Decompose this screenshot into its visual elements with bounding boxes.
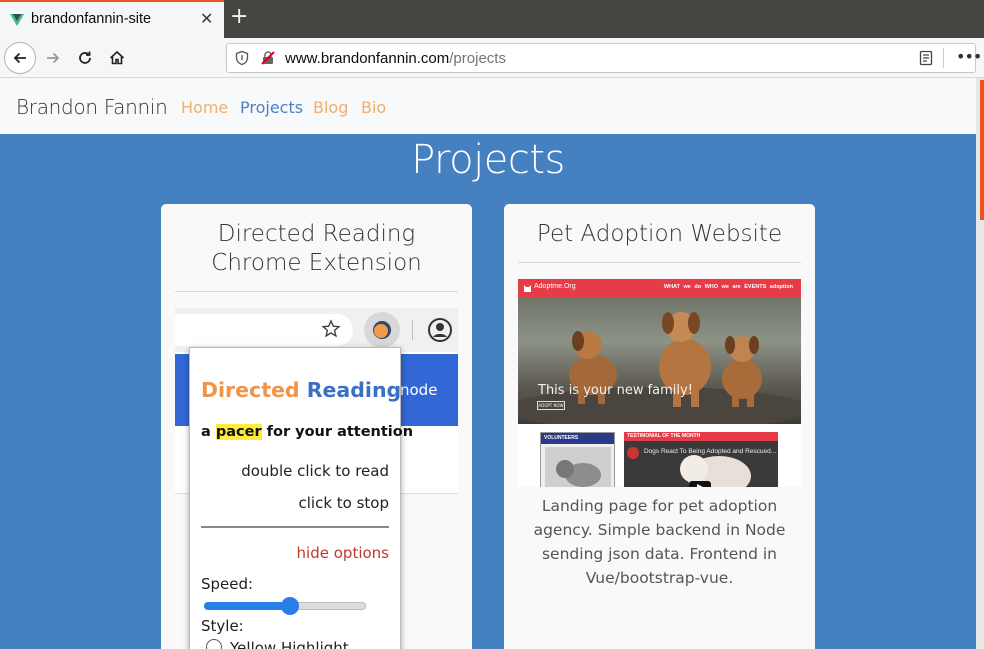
forward-arrow-icon [47,52,60,64]
url-path: /projects [449,50,506,67]
account-circle-icon [428,318,452,342]
adoptme-navbar-image: Adoptme.Org WHAT we do WHO we are EVENTS… [518,279,801,297]
toolbar-separator [943,48,944,68]
tagline-highlight: pacer [215,424,262,440]
browser-toolbar: www.brandonfannin.com/projects ••• [0,38,984,78]
video-title: Dogs React To Being Adopted and Rescued.… [644,448,777,455]
site-navbar: Brandon Fannin Home Projects Blog Bio [0,78,976,134]
adoptme-cat-logo-icon [524,285,531,292]
vue-favicon-icon [10,14,24,26]
adoptme-nav-links: WHAT we do WHO we are EVENTS adoption [663,284,793,290]
card-title: Pet Adoption Website [536,221,783,247]
url-text[interactable]: www.brandonfannin.com/projects [285,50,506,67]
browser-tab[interactable]: brandonfannin-site ✕ [0,0,224,38]
back-button[interactable] [4,42,36,74]
style-label: Style: [201,617,244,635]
volunteers-heading: VOLUNTEERS [541,433,614,444]
project-card-pet-adoption: Pet Adoption Website Adoptme.Org WHAT we… [504,204,815,649]
instruction-double-click: double click to read [241,462,389,480]
adoptme-logo-text: Adoptme.Org [534,283,576,290]
hide-options-link: hide options [296,544,389,562]
card-title: Directed Reading Chrome Extension [211,221,422,276]
adopt-now-button-image: ADOPT NOW [537,401,565,410]
page-actions-menu-icon[interactable]: ••• [956,47,982,66]
browser-tab-bar: brandonfannin-site ✕ + [0,0,984,38]
reload-button[interactable] [69,42,101,74]
chrome-separator [412,320,413,340]
hero-tagline: This is your new family! [538,383,693,398]
speed-slider-thumb [280,597,299,615]
popup-divider [201,526,389,528]
nav-link-blog[interactable]: Blog [313,98,348,117]
card-divider [518,262,801,263]
testimonial-heading: TESTIMONIAL OF THE MONTH [624,432,778,441]
reader-view-icon[interactable] [918,50,934,66]
tagline-pre: a [201,424,211,440]
reload-icon [79,51,91,64]
testimonial-video-image: TESTIMONIAL OF THE MONTH Dogs React To B… [624,432,778,487]
pet-adoption-screenshot: Adoptme.Org WHAT we do WHO we are EVENTS… [518,279,801,487]
popup-heading-directed: Directed [201,378,300,402]
back-arrow-icon [13,52,26,64]
site-brand[interactable]: Brandon Fannin [16,95,168,119]
insecure-connection-icon[interactable] [260,50,276,66]
home-button[interactable] [101,42,133,74]
info-shield-icon[interactable] [234,50,250,66]
url-bar[interactable]: www.brandonfannin.com/projects [226,43,976,73]
style-option-label: Yellow Highlight [230,639,349,649]
home-icon [109,50,125,65]
style-radio-button [206,639,222,649]
close-tab-icon[interactable]: ✕ [200,9,213,28]
popup-heading-reading: Reading [306,378,402,402]
forward-button[interactable] [37,42,69,74]
speed-slider-fill [204,602,290,610]
speed-label: Speed: [201,575,254,593]
page-scrollbar-thumb[interactable] [980,80,984,220]
volunteers-panel-image: VOLUNTEERS [540,432,615,487]
nav-link-projects[interactable]: Projects [240,98,303,117]
background-page-text: node [400,381,438,399]
tab-title: brandonfannin-site [31,11,152,27]
cat-photo-icon [545,447,611,487]
new-tab-button[interactable]: + [230,4,248,29]
tagline-post: for your attention [266,424,414,440]
url-host: www.brandonfannin.com [285,50,450,67]
nav-link-home[interactable]: Home [181,98,228,117]
project-description: Landing page for pet adoption agency. Si… [533,497,786,587]
extension-popup: Directed Reading a pacer for your attent… [189,347,413,649]
card-divider [175,291,458,292]
directed-reading-extension-icon [373,321,391,339]
nav-link-bio[interactable]: Bio [361,98,386,117]
star-icon [321,319,341,338]
instruction-click-stop: click to stop [298,494,389,512]
popup-tagline: a pacer for your attention [201,424,413,440]
popup-heading: Directed Reading [201,378,401,402]
puppies-hero-image: This is your new family! ADOPT NOW [518,297,801,431]
page-title: Projects [411,137,565,183]
